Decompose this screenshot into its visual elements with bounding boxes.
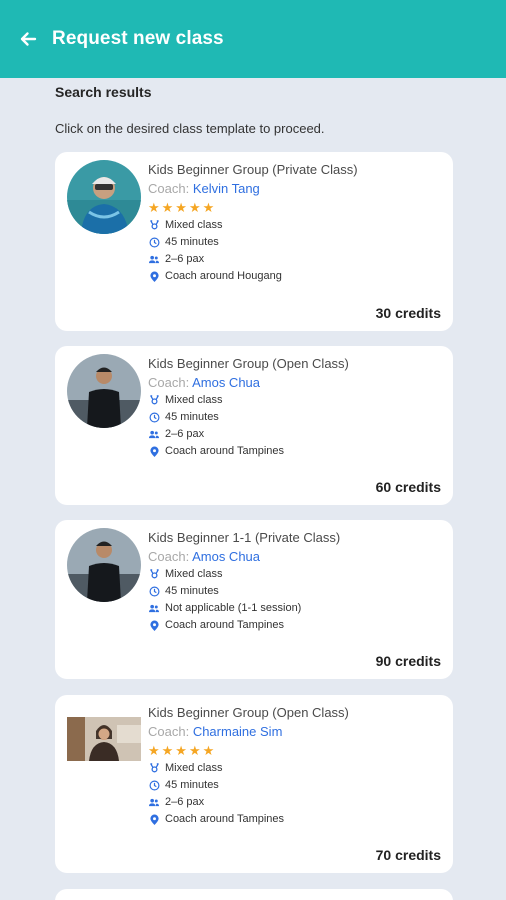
gender-row: Mixed class [148,217,443,234]
pax-text: Not applicable (1-1 session) [165,602,302,614]
coach-label: Coach: [148,375,193,390]
clock-icon [148,780,160,792]
coach-name-link[interactable]: Amos Chua [192,375,260,390]
section-title: Search results [55,84,152,100]
coach-avatar [67,160,141,234]
gender-row: Mixed class [148,392,443,409]
duration-row: 45 minutes [148,777,443,794]
coach-line: Coach: Amos Chua [148,373,443,392]
coach-line: Coach: Kelvin Tang [148,179,443,198]
app-bar: Request new class [0,0,506,78]
gender-icon [148,569,160,581]
duration-text: 45 minutes [165,411,219,423]
coach-avatar [67,528,141,602]
duration-row: 45 minutes [148,234,443,251]
coach-name-link[interactable]: Kelvin Tang [193,181,260,196]
coach-line: Coach: Charmaine Sim [148,722,443,741]
people-icon [148,603,160,615]
class-title: Kids Beginner Group (Open Class) [148,356,349,371]
credits-price: 30 credits [375,305,441,321]
people-icon [148,797,160,809]
location-row: Coach around Tampines [148,443,443,460]
class-title: Kids Beginner Group (Open Class) [148,705,349,720]
pax-row: 2–6 pax [148,251,443,268]
duration-text: 45 minutes [165,779,219,791]
class-card-partial[interactable] [55,889,453,900]
pax-row: 2–6 pax [148,794,443,811]
class-card[interactable]: Kids Beginner Group (Private Class) Coac… [55,152,453,331]
gender-text: Mixed class [165,568,223,580]
pax-text: 2–6 pax [165,428,205,440]
people-icon [148,254,160,266]
class-title: Kids Beginner Group (Private Class) [148,162,358,177]
coach-label: Coach: [148,724,193,739]
class-card[interactable]: Kids Beginner Group (Open Class) Coach: … [55,695,453,873]
pax-text: 2–6 pax [165,796,205,808]
credits-price: 70 credits [375,847,441,863]
search-results-area: Search results Click on the desired clas… [0,78,506,900]
duration-row: 45 minutes [148,409,443,426]
clock-icon [148,237,160,249]
instruction-text: Click on the desired class template to p… [55,121,325,136]
class-card[interactable]: Kids Beginner 1-1 (Private Class) Coach:… [55,520,453,679]
gender-text: Mixed class [165,762,223,774]
coach-label: Coach: [148,549,193,564]
star-rating: ★★★★★ [148,743,217,758]
gender-icon [148,220,160,232]
gender-icon [148,395,160,407]
coach-label: Coach: [148,181,193,196]
arrow-left-icon [20,32,37,46]
coach-name-link[interactable]: Amos Chua [192,549,260,564]
location-pin-icon [148,620,160,632]
location-row: Coach around Tampines [148,811,443,828]
location-pin-icon [148,446,160,458]
star-rating: ★★★★★ [148,200,217,215]
location-row: Coach around Hougang [148,268,443,285]
clock-icon [148,586,160,598]
back-button[interactable] [14,25,42,53]
pax-row: 2–6 pax [148,426,443,443]
duration-text: 45 minutes [165,236,219,248]
location-text: Coach around Tampines [165,445,285,457]
coach-name-link[interactable]: Charmaine Sim [193,724,283,739]
gender-row: Mixed class [148,566,443,583]
location-row: Coach around Tampines [148,617,443,634]
credits-price: 60 credits [375,479,441,495]
gender-text: Mixed class [165,219,223,231]
duration-row: 45 minutes [148,583,443,600]
location-pin-icon [148,271,160,283]
clock-icon [148,412,160,424]
pax-text: 2–6 pax [165,253,205,265]
coach-line: Coach: Amos Chua [148,547,443,566]
location-text: Coach around Hougang [165,270,282,282]
pax-row: Not applicable (1-1 session) [148,600,443,617]
class-card[interactable]: Kids Beginner Group (Open Class) Coach: … [55,346,453,505]
gender-row: Mixed class [148,760,443,777]
location-text: Coach around Tampines [165,619,285,631]
page-title: Request new class [52,28,224,49]
duration-text: 45 minutes [165,585,219,597]
location-pin-icon [148,814,160,826]
coach-avatar [67,354,141,428]
people-icon [148,429,160,441]
gender-text: Mixed class [165,394,223,406]
coach-avatar [67,717,141,761]
gender-icon [148,763,160,775]
class-title: Kids Beginner 1-1 (Private Class) [148,530,341,545]
location-text: Coach around Tampines [165,813,285,825]
credits-price: 90 credits [375,653,441,669]
